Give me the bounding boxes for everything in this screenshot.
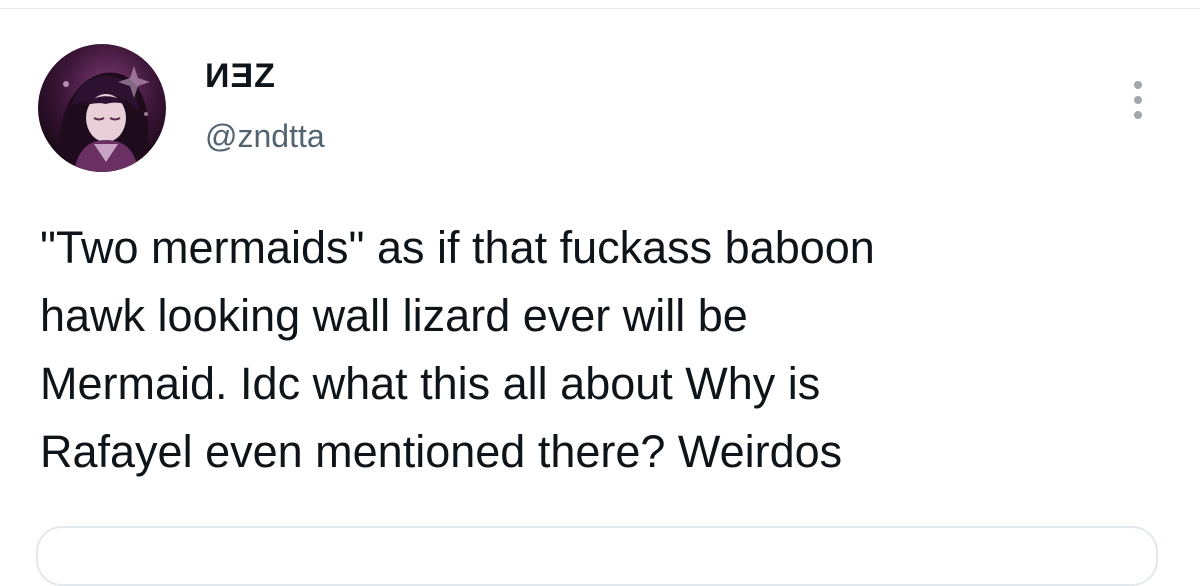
top-divider: [0, 8, 1200, 9]
more-options-button[interactable]: [1120, 74, 1156, 126]
more-vertical-icon: [1134, 81, 1142, 119]
avatar-image: [57, 66, 150, 172]
quoted-tweet-card[interactable]: [36, 526, 1158, 586]
author-avatar[interactable]: [38, 44, 166, 172]
tweet-text: "Two mermaids" as if that fuckass baboon…: [40, 222, 875, 477]
author-display-name[interactable]: ИƎZ: [205, 56, 276, 96]
author-handle[interactable]: @zndtta: [205, 116, 325, 156]
